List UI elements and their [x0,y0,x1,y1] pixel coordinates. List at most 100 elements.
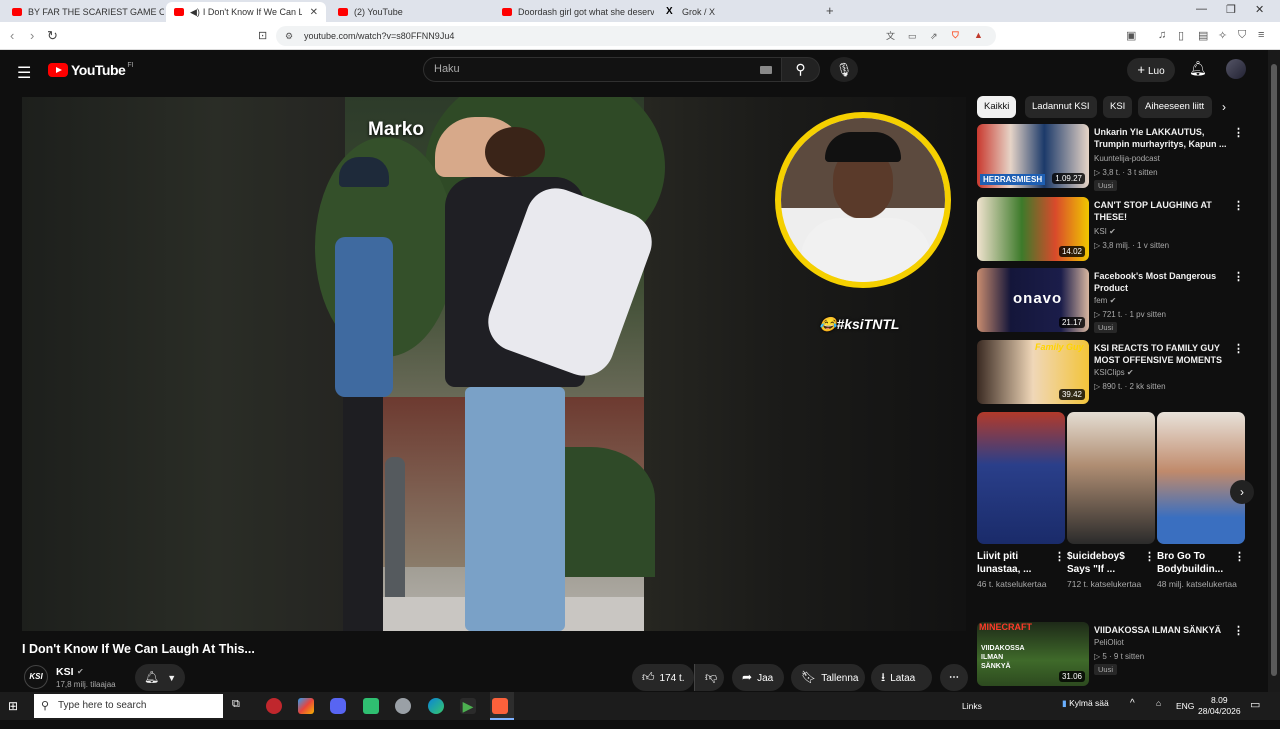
scrollbar-thumb[interactable] [1271,64,1277,676]
like-button[interactable]: 👍︎ 174 t. [632,664,694,691]
browser-tab[interactable]: X Grok / X [658,2,818,22]
youtube-logo[interactable]: YouTube FI [48,62,134,78]
channel-name[interactable]: KSI ✔ [1094,227,1116,236]
channel-name[interactable]: fem ✔ [1094,296,1116,305]
search-button[interactable]: ⚲ [781,57,820,82]
brave-shield-icon[interactable]: ⛉ [952,25,959,45]
chip-ksi[interactable]: KSI [1103,96,1133,118]
chip-related[interactable]: Aiheeseen liitt [1138,96,1212,118]
more-options-icon[interactable]: ⋮ [1233,270,1244,283]
browser-tab[interactable]: Doordash girl got what she deserved [494,2,654,22]
minimize-icon[interactable]: — [1196,3,1207,15]
notifications-bell-icon[interactable]: 🔔︎ [1189,60,1207,77]
more-options-icon[interactable]: ⋮ [1144,550,1155,563]
network-icon[interactable]: ⌂ [1156,698,1161,726]
task-view-icon[interactable]: ⧉ [232,698,248,714]
sidebar-icon[interactable]: ▣ [1126,29,1136,42]
video-thumbnail[interactable]: MINECRAFT VIIDAKOSSA ILMAN SÄNKYÄ 31.06 [977,622,1089,686]
leo-icon[interactable]: ✧ [1218,29,1227,42]
menu-icon[interactable]: ≡ [1258,29,1264,41]
page-scrollbar[interactable] [1268,50,1280,692]
dislike-button[interactable]: 👎︎ [694,664,724,691]
keyboard-icon[interactable] [760,66,772,74]
back-icon[interactable]: ‹ [10,28,14,43]
recommended-video[interactable]: 14.02 CAN'T STOP LAUGHING AT THESE! KSI … [977,197,1257,261]
browser-tab[interactable]: (2) YouTube [330,2,490,22]
more-options-icon[interactable]: ⋮ [1233,126,1244,139]
recommended-video[interactable]: Family Guy 39.42 KSI REACTS TO FAMILY GU… [977,340,1257,404]
channel-name[interactable]: PeliOliot [1094,638,1124,647]
chip-all[interactable]: Kaikki [977,96,1017,118]
app-icon[interactable]: ▶ [460,698,476,714]
video-player[interactable]: Marko 😂#ksiTNTL [22,97,966,631]
notification-center-icon[interactable]: ▭ [1250,698,1260,726]
cast-icon[interactable]: ▭ [908,26,917,46]
browser-tab-active[interactable]: ◀)I Don't Know If We Can Laugh✕ [166,2,326,22]
channel-avatar[interactable]: KSI [24,665,48,689]
create-button[interactable]: + Luo [1127,58,1175,82]
download-button[interactable]: ⭳ Lataa [871,664,932,691]
edge-icon[interactable] [428,698,444,714]
search-input[interactable]: Haku [423,57,783,82]
short-title[interactable]: Bro Go To Bodybuildin... [1157,550,1227,576]
video-title[interactable]: Unkarin Yle LAKKAUTUS, Trumpin murhayrit… [1094,126,1230,150]
weather-widget[interactable]: ▮ Kylmä sää [1062,698,1109,726]
channel-name[interactable]: Kuuntelija-podcast [1094,154,1160,163]
wallet-icon[interactable]: ▤ [1198,29,1208,42]
vpn-icon[interactable]: ⛉ [1238,29,1246,42]
more-options-icon[interactable]: ⋮ [1234,550,1245,563]
bookmark-icon[interactable]: ⊡ [258,29,267,42]
user-avatar[interactable] [1226,59,1246,79]
recommended-video[interactable]: HERRASMIESH 1.09.27 Unkarin Yle LAKKAUTU… [977,124,1257,191]
share-icon[interactable]: ⇗ [930,26,938,46]
short-item[interactable]: Bro Go To Bodybuildin... 48 milj. katsel… [1157,412,1245,590]
video-title[interactable]: CAN'T STOP LAUGHING AT THESE! [1094,199,1230,223]
voice-search-button[interactable]: 🎙 [830,57,858,82]
short-item[interactable]: Liivit piti lunastaa, ... 46 t. katseluk… [977,412,1065,590]
close-tab-icon[interactable]: ✕ [302,7,318,18]
short-title[interactable]: Liivit piti lunastaa, ... [977,550,1047,576]
window-close-icon[interactable]: ✕ [1255,3,1264,16]
media-icon[interactable]: ♫ [1158,29,1166,41]
short-title[interactable]: $uicideboy$ Says "If ... [1067,550,1137,576]
more-options-icon[interactable]: ⋮ [1054,550,1065,563]
video-title[interactable]: VIIDAKOSSA ILMAN SÄNKYÄ [1094,624,1230,636]
video-thumbnail[interactable]: onavo 21.17 [977,268,1089,332]
recommended-video[interactable]: MINECRAFT VIIDAKOSSA ILMAN SÄNKYÄ 31.06 … [977,622,1257,686]
video-title[interactable]: Facebook's Most Dangerous Product [1094,270,1230,294]
more-options-icon[interactable]: ⋮ [1233,199,1244,212]
short-thumbnail[interactable] [977,412,1065,544]
browser-tab[interactable]: BY FAR THE SCARIEST GAME OF THE [4,2,164,22]
new-tab-button[interactable]: + [826,3,834,18]
subscribed-button[interactable]: 🔔︎ ▼ [135,664,185,691]
links-toolbar[interactable]: Links [962,701,982,729]
app-icon[interactable] [363,698,379,714]
forward-icon[interactable]: › [30,28,34,43]
menu-icon[interactable]: ☰ [17,63,31,83]
share-button[interactable]: ➦ Jaa [732,664,784,691]
rewards-icon[interactable]: ▲ [974,25,983,45]
chevron-right-icon[interactable]: › [1222,100,1226,114]
save-button[interactable]: 🔖︎ Tallenna [791,664,865,691]
more-actions-button[interactable]: ⋯ [940,664,968,691]
short-item[interactable]: $uicideboy$ Says "If ... 712 t. katseluk… [1067,412,1155,590]
discord-icon[interactable] [330,698,346,714]
opera-icon[interactable] [266,698,282,714]
channel-name[interactable]: KSI [56,666,74,678]
app-icon[interactable] [395,698,411,714]
taskbar-search[interactable]: ⚲ Type here to search [34,694,223,718]
video-thumbnail[interactable]: 14.02 [977,197,1089,261]
tray-arrow-icon[interactable]: ^ [1130,698,1135,726]
split-view-icon[interactable]: ▯ [1178,29,1184,42]
video-title[interactable]: KSI REACTS TO FAMILY GUY MOST OFFENSIVE … [1094,342,1230,366]
video-thumbnail[interactable]: Family Guy 39.42 [977,340,1089,404]
more-options-icon[interactable]: ⋮ [1233,624,1244,637]
short-thumbnail[interactable] [1157,412,1245,544]
language-indicator[interactable]: ENG [1176,701,1194,729]
video-thumbnail[interactable]: HERRASMIESH 1.09.27 [977,124,1089,188]
chevron-right-icon[interactable]: › [1230,480,1254,504]
app-icon[interactable] [298,698,314,714]
chip-uploaded-by[interactable]: Ladannut KSI [1025,96,1097,118]
address-bar[interactable]: ⚙ youtube.com/watch?v=s80FFNN9Ju4 文 ▭ ⇗ … [276,26,996,46]
recommended-video[interactable]: onavo 21.17 Facebook's Most Dangerous Pr… [977,268,1257,333]
